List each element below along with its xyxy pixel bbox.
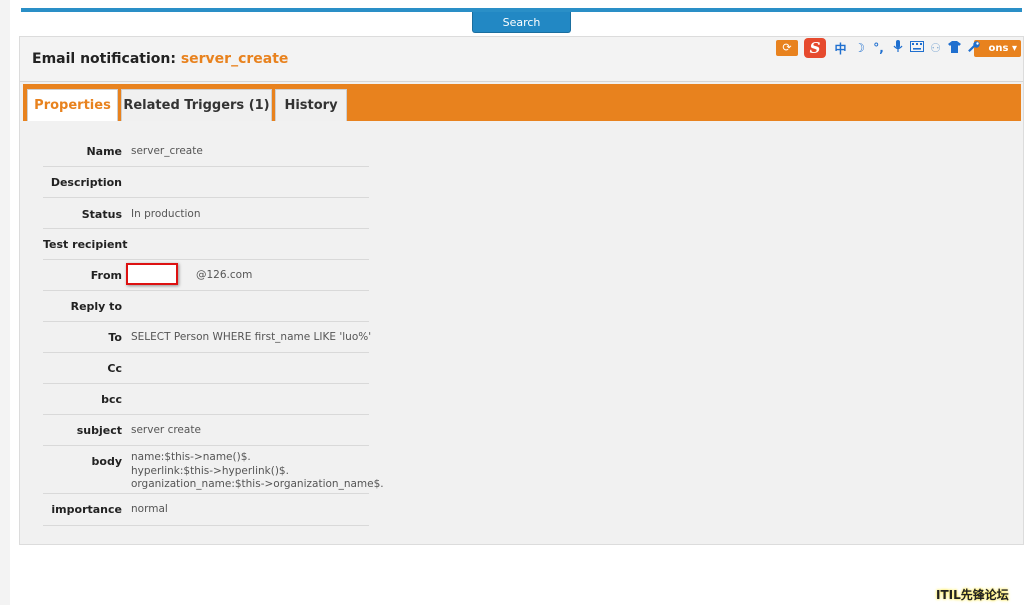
property-row-reply-to: Reply to	[43, 291, 369, 322]
property-row-description: Description	[43, 167, 369, 198]
watermark: ITIL先锋论坛	[936, 588, 1009, 602]
microphone-icon[interactable]	[888, 40, 907, 56]
property-value: server create	[131, 424, 201, 436]
property-row-body: body name:$this->name()$. hyperlink:$thi…	[43, 446, 384, 494]
property-row-to: To SELECT Person WHERE first_name LIKE '…	[43, 322, 372, 353]
actions-label: ons	[988, 43, 1009, 54]
property-row-status: Status In production	[43, 198, 369, 229]
chevron-down-icon: ▾	[1011, 43, 1017, 54]
skin-icon[interactable]	[945, 40, 964, 56]
tab-properties[interactable]: Properties	[27, 89, 118, 121]
keyboard-icon[interactable]	[907, 41, 926, 55]
property-label: subject	[76, 424, 122, 437]
property-label: Reply to	[70, 300, 122, 313]
property-label: From	[90, 269, 122, 282]
property-label: body	[91, 455, 122, 468]
property-value: @126.com	[196, 269, 253, 281]
property-value: server_create	[131, 145, 203, 157]
property-row-subject: subject server create	[43, 415, 369, 446]
property-label: Cc	[107, 362, 122, 375]
property-row-bcc: bcc	[43, 384, 369, 415]
search-button[interactable]: Search	[472, 12, 571, 33]
property-label: To	[108, 331, 122, 344]
property-row-from: From @126.com	[43, 260, 369, 291]
property-label: Test recipient	[43, 238, 128, 251]
property-row-importance: importance normal	[43, 494, 369, 526]
user-icon[interactable]: ⚇	[926, 41, 945, 55]
property-value: normal	[131, 503, 168, 515]
property-value: name:$this->name()$. hyperlink:$this->hy…	[131, 451, 384, 490]
property-label: bcc	[101, 393, 122, 406]
refresh-icon[interactable]: ⟳	[776, 40, 798, 56]
moon-icon[interactable]: ☽	[850, 41, 869, 55]
tab-history[interactable]: History	[275, 89, 347, 121]
page-title-object: server_create	[180, 51, 289, 67]
property-value: SELECT Person WHERE first_name LIKE 'luo…	[131, 331, 372, 343]
left-strip	[0, 0, 10, 605]
property-row-cc: Cc	[43, 353, 369, 384]
property-label: Description	[50, 176, 122, 189]
tab-bar: Properties Related Triggers (1) History	[23, 84, 1021, 121]
property-label: importance	[51, 503, 122, 516]
property-row-name: Name server_create	[43, 135, 369, 167]
tab-related-triggers[interactable]: Related Triggers (1)	[121, 89, 272, 121]
page-title: Email notification: server_create	[32, 51, 288, 67]
page-title-prefix: Email notification:	[32, 51, 176, 67]
property-label: Name	[86, 145, 122, 158]
property-value: In production	[131, 208, 201, 220]
chinese-mode-icon[interactable]: 中	[831, 40, 850, 57]
property-label: Status	[81, 208, 122, 221]
property-row-test-recipient: Test recipient	[43, 229, 369, 260]
sogou-logo-icon[interactable]: S	[804, 38, 826, 58]
punctuation-icon[interactable]: °,	[869, 41, 888, 55]
redaction-box	[126, 263, 178, 285]
ime-toolbar: ⟳ S 中 ☽ °, ⚇	[776, 37, 983, 59]
properties-content: Name server_create Description Status In…	[23, 121, 1021, 543]
wrench-icon[interactable]	[964, 40, 983, 56]
